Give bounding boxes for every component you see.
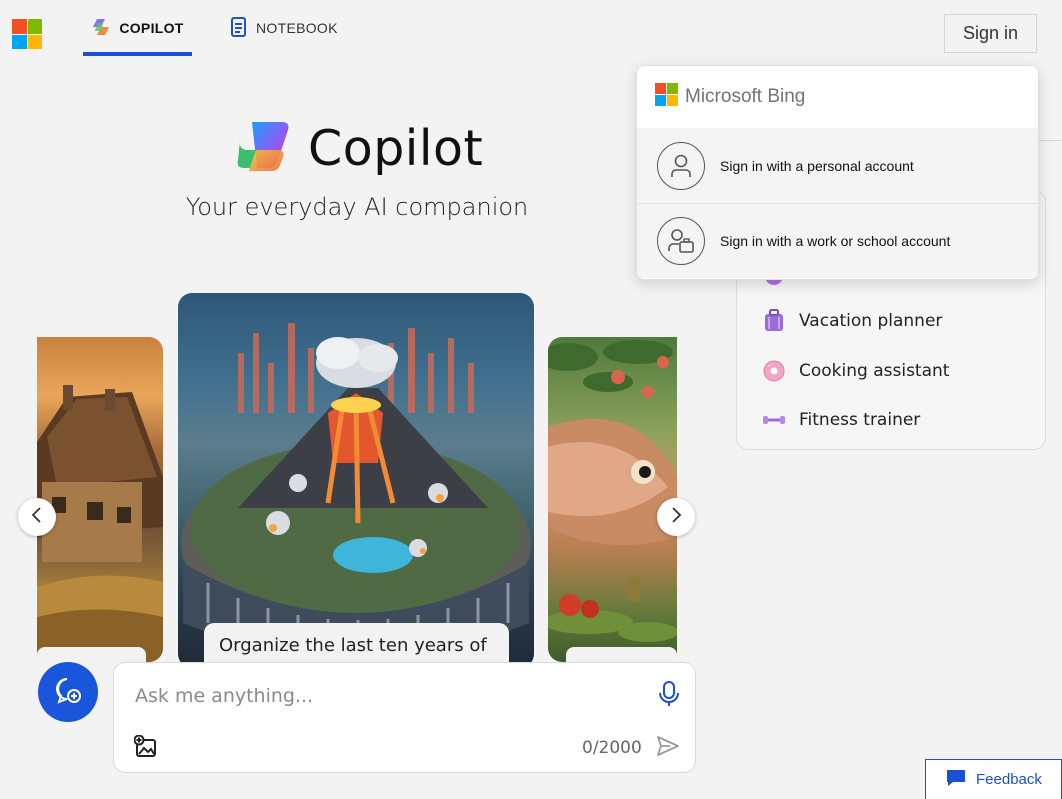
panel-item-label: Vacation planner	[799, 311, 943, 331]
add-image-icon[interactable]	[133, 734, 158, 764]
panel-item-vacation-planner[interactable]: Vacation planner	[762, 309, 942, 333]
notebook-icon	[230, 16, 248, 40]
carousel-card-fish[interactable]	[548, 337, 677, 662]
cottage-illustration	[37, 385, 163, 662]
card-caption-left	[37, 647, 146, 663]
tab-copilot-label: COPILOT	[119, 20, 184, 36]
send-icon[interactable]	[656, 735, 680, 762]
copilot-logo-icon	[236, 120, 292, 177]
bing-brand-label: Microsoft Bing	[685, 86, 806, 107]
volcano-illustration	[181, 323, 531, 660]
new-topic-button[interactable]	[38, 662, 98, 722]
copilot-icon	[91, 17, 111, 40]
sign-in-work-option[interactable]: Sign in with a work or school account	[637, 203, 1038, 278]
hero-title: Copilot	[236, 120, 483, 177]
dumbbell-icon	[762, 408, 786, 432]
feedback-button[interactable]: Feedback	[925, 759, 1062, 799]
suitcase-icon	[762, 309, 786, 333]
carousel-card-volcano[interactable]	[178, 293, 534, 668]
card-caption-right	[566, 647, 677, 663]
microsoft-logo[interactable]	[12, 19, 42, 49]
page-subtitle: Your everyday AI companion	[185, 193, 529, 221]
person-icon	[657, 141, 705, 190]
chat-input-box: 0/2000	[113, 662, 696, 773]
carousel-prev-button[interactable]	[18, 498, 56, 536]
tab-notebook-label: NOTEBOOK	[256, 20, 338, 36]
feedback-icon	[946, 769, 966, 791]
panel-divider	[1036, 140, 1062, 141]
sign-in-menu-header: Microsoft Bing	[637, 66, 1038, 128]
chat-input[interactable]	[133, 681, 637, 711]
tab-notebook[interactable]: NOTEBOOK	[230, 0, 338, 56]
page-title: Copilot	[308, 120, 484, 177]
carousel-caption: Organize the last ten years of	[204, 623, 509, 663]
sign-in-personal-label: Sign in with a personal account	[720, 157, 914, 174]
donut-icon	[762, 359, 786, 383]
panel-item-cooking-assistant[interactable]: Cooking assistant	[762, 359, 949, 383]
fish-illustration	[548, 340, 677, 642]
chevron-right-icon	[669, 506, 683, 528]
feedback-label: Feedback	[976, 771, 1042, 788]
carousel-next-button[interactable]	[657, 498, 695, 536]
sign-in-personal-option[interactable]: Sign in with a personal account	[637, 128, 1038, 203]
chevron-left-icon	[30, 506, 44, 528]
panel-item-label: Fitness trainer	[799, 410, 921, 430]
tab-copilot[interactable]: COPILOT	[83, 0, 192, 56]
microsoft-logo-small	[655, 82, 679, 112]
sign-in-work-label: Sign in with a work or school account	[720, 233, 951, 249]
new-chat-icon	[53, 675, 83, 710]
sign-in-button[interactable]: Sign in	[944, 14, 1037, 53]
panel-item-label: Cooking assistant	[799, 361, 950, 381]
microphone-icon[interactable]	[658, 680, 680, 713]
work-person-icon	[657, 217, 705, 265]
carousel-card-cottage[interactable]	[37, 337, 163, 662]
character-counter: 0/2000	[582, 738, 642, 758]
sign-in-menu: Microsoft Bing Sign in with a personal a…	[636, 65, 1039, 280]
panel-item-fitness-trainer[interactable]: Fitness trainer	[762, 408, 920, 432]
